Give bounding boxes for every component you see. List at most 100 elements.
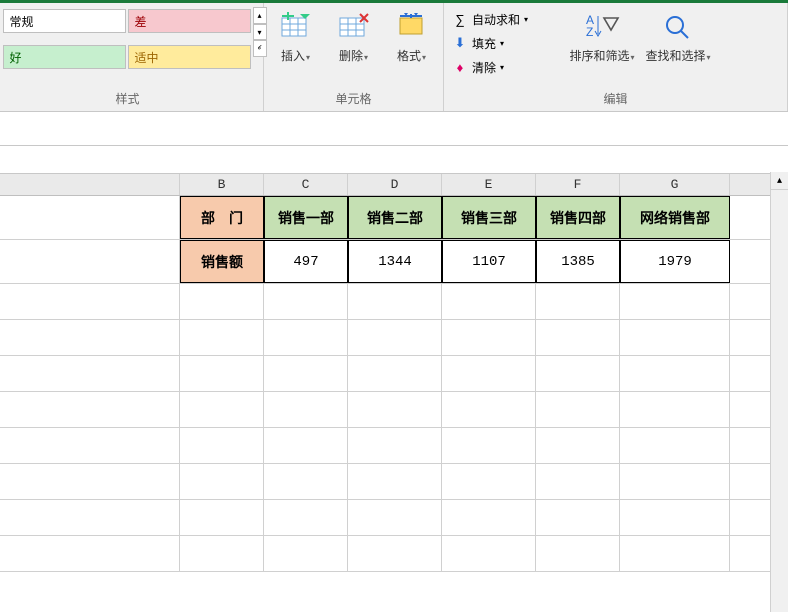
style-neutral[interactable]: 适中 [128, 45, 251, 69]
dept-cell[interactable]: 销售三部 [442, 196, 536, 239]
cell[interactable] [264, 392, 348, 427]
cell[interactable] [180, 284, 264, 319]
cell[interactable] [536, 284, 620, 319]
cell[interactable] [0, 428, 180, 463]
cell[interactable] [536, 320, 620, 355]
cell[interactable] [0, 284, 180, 319]
cell[interactable] [180, 536, 264, 571]
cell[interactable] [536, 464, 620, 499]
autosum-button[interactable]: ∑ 自动求和 ▾ [452, 9, 562, 29]
sales-header-cell[interactable]: 销售额 [180, 240, 264, 283]
cell[interactable] [348, 320, 442, 355]
gallery-more-icon[interactable]: ꠷ [253, 40, 267, 57]
cell[interactable] [264, 428, 348, 463]
cell[interactable] [348, 536, 442, 571]
cell[interactable] [180, 392, 264, 427]
delete-button[interactable]: 删除 [329, 9, 379, 64]
cell[interactable] [0, 500, 180, 535]
cell[interactable] [442, 536, 536, 571]
cell[interactable] [264, 356, 348, 391]
cell[interactable] [442, 428, 536, 463]
cell[interactable] [348, 428, 442, 463]
col-header[interactable]: B [180, 174, 264, 195]
cell[interactable] [0, 196, 180, 239]
col-header[interactable]: C [264, 174, 348, 195]
cell[interactable] [180, 428, 264, 463]
col-header-left[interactable] [0, 174, 180, 195]
cell[interactable] [0, 240, 180, 283]
style-bad[interactable]: 差 [128, 9, 251, 33]
col-header[interactable]: F [536, 174, 620, 195]
cell[interactable] [536, 428, 620, 463]
style-good[interactable]: 好 [3, 45, 126, 69]
gallery-up-icon[interactable]: ▴ [253, 7, 267, 24]
cell[interactable] [442, 320, 536, 355]
col-header[interactable]: D [348, 174, 442, 195]
col-header[interactable]: E [442, 174, 536, 195]
sales-cell[interactable]: 1344 [348, 240, 442, 283]
cell[interactable] [442, 284, 536, 319]
cell[interactable] [264, 320, 348, 355]
cell[interactable] [0, 320, 180, 355]
cell[interactable] [264, 500, 348, 535]
cell[interactable] [180, 320, 264, 355]
dept-cell[interactable]: 销售二部 [348, 196, 442, 239]
cell[interactable] [442, 500, 536, 535]
cell[interactable] [442, 464, 536, 499]
cell[interactable] [264, 284, 348, 319]
find-select-button[interactable]: 查找和选择 [642, 9, 714, 77]
table-row [0, 356, 788, 392]
dept-cell[interactable]: 销售一部 [264, 196, 348, 239]
cell[interactable] [620, 320, 730, 355]
cell[interactable] [0, 356, 180, 391]
cell[interactable] [536, 536, 620, 571]
clear-button[interactable]: ♦ 清除 ▾ [452, 57, 562, 77]
cell[interactable] [180, 500, 264, 535]
cell-styles-gallery[interactable]: 常规 差 好 适中 ▴ ▾ ꠷ [3, 7, 253, 79]
cell[interactable] [536, 356, 620, 391]
cell[interactable] [536, 392, 620, 427]
cell[interactable] [348, 392, 442, 427]
sales-cell[interactable]: 1979 [620, 240, 730, 283]
cell[interactable] [348, 500, 442, 535]
cell[interactable] [348, 464, 442, 499]
gallery-down-icon[interactable]: ▾ [253, 24, 267, 41]
cell[interactable] [620, 428, 730, 463]
sort-filter-button[interactable]: AZ 排序和筛选 [566, 9, 638, 77]
insert-button[interactable]: 插入 [271, 9, 321, 64]
cell[interactable] [264, 536, 348, 571]
cell[interactable] [620, 464, 730, 499]
cell[interactable] [620, 356, 730, 391]
style-normal[interactable]: 常规 [3, 9, 126, 33]
sales-cell[interactable]: 497 [264, 240, 348, 283]
sales-cell[interactable]: 1385 [536, 240, 620, 283]
cell[interactable] [442, 356, 536, 391]
cell[interactable] [536, 500, 620, 535]
cell[interactable] [0, 536, 180, 571]
format-button[interactable]: 格式 [387, 9, 437, 64]
cell[interactable] [620, 392, 730, 427]
grid[interactable]: 部 门 销售一部 销售二部 销售三部 销售四部 网络销售部 销售额 497 13… [0, 196, 788, 572]
cell[interactable] [620, 500, 730, 535]
sales-cell[interactable]: 1107 [442, 240, 536, 283]
cell[interactable] [348, 284, 442, 319]
cell[interactable] [264, 464, 348, 499]
sort-filter-icon: AZ [584, 9, 620, 45]
cell[interactable] [0, 392, 180, 427]
scroll-up-icon[interactable]: ▴ [771, 172, 788, 190]
cell[interactable] [180, 356, 264, 391]
cell[interactable] [0, 464, 180, 499]
fill-button[interactable]: ⬇ 填充 ▾ [452, 33, 562, 53]
dept-header-cell[interactable]: 部 门 [180, 196, 264, 239]
vertical-scrollbar[interactable]: ▴ [770, 172, 788, 612]
cell[interactable] [442, 392, 536, 427]
autosum-label: 自动求和 [472, 11, 520, 28]
dept-cell[interactable]: 销售四部 [536, 196, 620, 239]
cell[interactable] [620, 284, 730, 319]
cell[interactable] [180, 464, 264, 499]
dropdown-caret-icon: ▾ [500, 39, 504, 48]
cell[interactable] [620, 536, 730, 571]
cell[interactable] [348, 356, 442, 391]
col-header[interactable]: G [620, 174, 730, 195]
dept-cell[interactable]: 网络销售部 [620, 196, 730, 239]
